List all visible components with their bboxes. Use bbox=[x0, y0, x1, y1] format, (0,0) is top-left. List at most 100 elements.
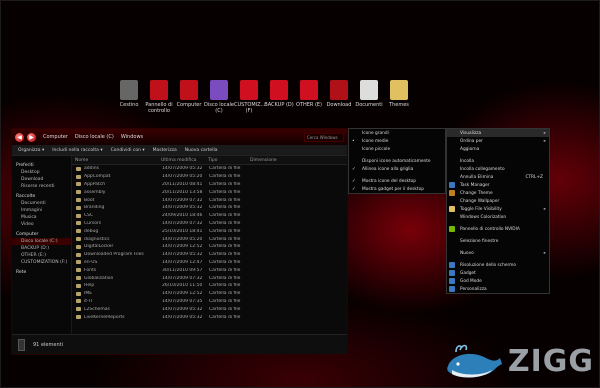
breadcrumb-windows[interactable]: Windows bbox=[121, 134, 143, 140]
context-menu-item[interactable]: Ordina per ▸ bbox=[447, 137, 549, 145]
breadcrumb-computer[interactable]: Computer bbox=[43, 134, 68, 140]
file-row[interactable]: assembly 20/11/2010 13:58 Cartella di file bbox=[72, 188, 347, 196]
file-type: Cartella di file bbox=[209, 306, 241, 312]
file-row[interactable]: LiveKernelReports 14/07/2009 05:32 Cartell… bbox=[72, 313, 347, 321]
file-date: 14/07/2009 07:32 bbox=[162, 197, 203, 203]
context-menu-item[interactable]: Incolla bbox=[447, 157, 549, 165]
context-menu-item[interactable]: Change Wallpaper bbox=[447, 197, 549, 205]
context-menu-item[interactable]: Annulla Elimina CTRL+Z bbox=[447, 173, 549, 181]
file-date: 14/07/2009 05:32 bbox=[162, 306, 203, 312]
navigation-pane: Preferiti Desktop Download Risorse recenti R… bbox=[12, 156, 72, 336]
breadcrumb-drive-c[interactable]: Disco locale (C) bbox=[75, 134, 114, 140]
column-name[interactable]: Nome bbox=[72, 156, 158, 164]
view-menu-item[interactable]: Icone piccole bbox=[349, 145, 445, 153]
context-menu-item[interactable]: Toggle File Visibility ▸ bbox=[447, 205, 549, 213]
desktop-icon[interactable]: Computer bbox=[174, 80, 204, 114]
file-date: 14/07/2009 07:35 bbox=[162, 298, 203, 304]
context-menu-item[interactable]: Windows Colorization bbox=[447, 213, 549, 221]
context-menu-item[interactable]: Pannello di controllo NVIDIA bbox=[447, 225, 549, 233]
desktop-icon[interactable]: CUSTOMIZ... (F) bbox=[234, 80, 265, 114]
file-row[interactable]: addins 14/07/2009 05:32 Cartella di file bbox=[72, 165, 347, 173]
desktop-icon[interactable]: Cestino bbox=[114, 80, 144, 114]
back-button-icon[interactable]: ◀ bbox=[15, 132, 24, 142]
column-size[interactable]: Dimensione bbox=[247, 156, 277, 164]
desktop-icon[interactable]: Disco locale (C) bbox=[204, 80, 234, 114]
folder-icon bbox=[76, 182, 81, 187]
desktop-icon-label: OTHER (E) bbox=[295, 102, 323, 108]
file-row[interactable]: DigitalLocker 14/07/2009 12:52 Cartella di… bbox=[72, 243, 347, 251]
context-menu-item[interactable]: Nuovo ▸ bbox=[447, 249, 549, 257]
new-folder-button[interactable]: Nuova cartella bbox=[185, 148, 218, 153]
forward-button-icon[interactable]: ▶ bbox=[27, 132, 36, 142]
view-menu-item[interactable]: ✓ Mostra icone del desktop bbox=[349, 177, 445, 185]
file-date: 14/07/2009 07:32 bbox=[162, 220, 203, 226]
nav-item[interactable]: Desktop bbox=[12, 169, 71, 176]
nav-item[interactable]: Documenti bbox=[12, 200, 71, 207]
desktop-icon[interactable]: Documenti bbox=[354, 80, 384, 114]
nav-item[interactable]: CUSTOMIZATION (F:) bbox=[12, 259, 71, 266]
file-row[interactable]: diagnostics 14/07/2009 05:20 Cartella di f… bbox=[72, 235, 347, 243]
desktop-icon[interactable]: Download bbox=[324, 80, 354, 114]
item-count: 91 elementi bbox=[33, 341, 63, 348]
nav-item[interactable]: Risorse recenti bbox=[12, 183, 71, 190]
search-input[interactable]: Cerca Windows bbox=[304, 132, 344, 142]
include-in-library-button[interactable]: Includi nella raccolta ▾ bbox=[52, 148, 102, 153]
context-menu-item[interactable]: Risoluzione dello schermo bbox=[447, 261, 549, 269]
context-menu-item[interactable]: Change Theme bbox=[447, 189, 549, 197]
context-menu-item[interactable]: Selezione finestre bbox=[447, 237, 549, 245]
desktop-icon[interactable]: Themes bbox=[384, 80, 414, 114]
file-row[interactable]: AppPatch 20/11/2010 08:41 Cartella di file bbox=[72, 181, 347, 189]
file-row[interactable]: CSC 24/09/2010 18:46 Cartella di file bbox=[72, 212, 347, 220]
context-menu-item[interactable]: God Mode bbox=[447, 277, 549, 285]
nav-item[interactable]: Immagini bbox=[12, 207, 71, 214]
desktop-icon[interactable]: Pannello di controllo bbox=[144, 80, 174, 114]
context-menu-item[interactable]: Aggiorna bbox=[447, 145, 549, 153]
nav-section-header[interactable]: Raccolte bbox=[12, 193, 71, 200]
share-with-button[interactable]: Condividi con ▾ bbox=[111, 148, 145, 153]
file-row[interactable]: L2Schemas 14/07/2009 05:32 Cartella di fil… bbox=[72, 305, 347, 313]
context-menu-item[interactable]: Task Manager bbox=[447, 181, 549, 189]
view-menu-item[interactable]: Icone grandi bbox=[349, 129, 445, 137]
nav-item[interactable]: BACKUP (D:) bbox=[12, 245, 71, 252]
view-menu-item[interactable]: ✓ Mostra gadget per il desktop bbox=[349, 185, 445, 193]
desktop-icon[interactable]: BACKUP (D) bbox=[264, 80, 294, 114]
column-date[interactable]: Ultima modifica bbox=[158, 156, 205, 164]
drive-icon bbox=[270, 80, 288, 100]
file-type: Cartella di file bbox=[209, 213, 241, 219]
file-row[interactable]: Fonts 30/11/2010 09:57 Cartella di file bbox=[72, 266, 347, 274]
file-row[interactable]: Help 26/10/2010 11:50 Cartella di file bbox=[72, 282, 347, 290]
nav-item[interactable]: Disco locale (C:) bbox=[12, 238, 71, 245]
context-menu-item[interactable]: Incolla collegamento bbox=[447, 165, 549, 173]
burn-button[interactable]: Masterizza bbox=[153, 148, 177, 153]
file-row[interactable]: IME 14/07/2009 12:52 Cartella di file bbox=[72, 290, 347, 298]
file-row[interactable]: Downloaded Program Files 14/07/2009 05:32… bbox=[72, 251, 347, 259]
desktop-icon[interactable]: OTHER (E) bbox=[294, 80, 324, 114]
nav-section-header[interactable]: Rete bbox=[12, 269, 71, 276]
file-row[interactable]: en-US 14/07/2009 12:47 Cartella di file bbox=[72, 259, 347, 267]
nav-item[interactable]: Musica bbox=[12, 214, 71, 221]
context-menu-item[interactable]: Visualizza ▸ bbox=[447, 129, 549, 137]
file-row[interactable]: debug 25/10/2010 18:41 Cartella di file bbox=[72, 227, 347, 235]
nav-item[interactable]: OTHER (E:) bbox=[12, 252, 71, 259]
file-type: Cartella di file bbox=[209, 181, 241, 187]
view-menu-item[interactable]: Disponi icone automaticamente bbox=[349, 157, 445, 165]
folder-icon bbox=[76, 276, 81, 281]
view-menu-item[interactable]: • Icone medie bbox=[349, 137, 445, 145]
file-row[interactable]: Globalization 14/07/2009 07:32 Cartella di… bbox=[72, 274, 347, 282]
view-menu-item[interactable]: ✓ Allinea icone alla griglia bbox=[349, 165, 445, 173]
file-row[interactable]: Boot 14/07/2009 07:32 Cartella di file bbox=[72, 196, 347, 204]
file-row[interactable]: it-IT 14/07/2009 07:35 Cartella di file bbox=[72, 298, 347, 306]
drive-icon bbox=[210, 80, 228, 100]
context-menu-item[interactable]: Gadget bbox=[447, 269, 549, 277]
organize-button[interactable]: Organizza ▾ bbox=[18, 148, 44, 153]
file-row[interactable]: Branding 14/07/2009 05:32 Cartella di file bbox=[72, 204, 347, 212]
nav-item[interactable]: Video bbox=[12, 221, 71, 228]
nav-section-header[interactable]: Preferiti bbox=[12, 162, 71, 169]
nav-item[interactable]: Download bbox=[12, 176, 71, 183]
column-type[interactable]: Tipo bbox=[205, 156, 247, 164]
context-menu-item[interactable]: Personalizza bbox=[447, 285, 549, 293]
submenu-arrow-icon: ▸ bbox=[543, 206, 546, 212]
file-row[interactable]: Cursors 14/07/2009 07:32 Cartella di file bbox=[72, 220, 347, 228]
file-row[interactable]: AppCompat 14/07/2009 05:20 Cartella di fil… bbox=[72, 173, 347, 181]
nav-section-header[interactable]: Computer bbox=[12, 231, 71, 238]
